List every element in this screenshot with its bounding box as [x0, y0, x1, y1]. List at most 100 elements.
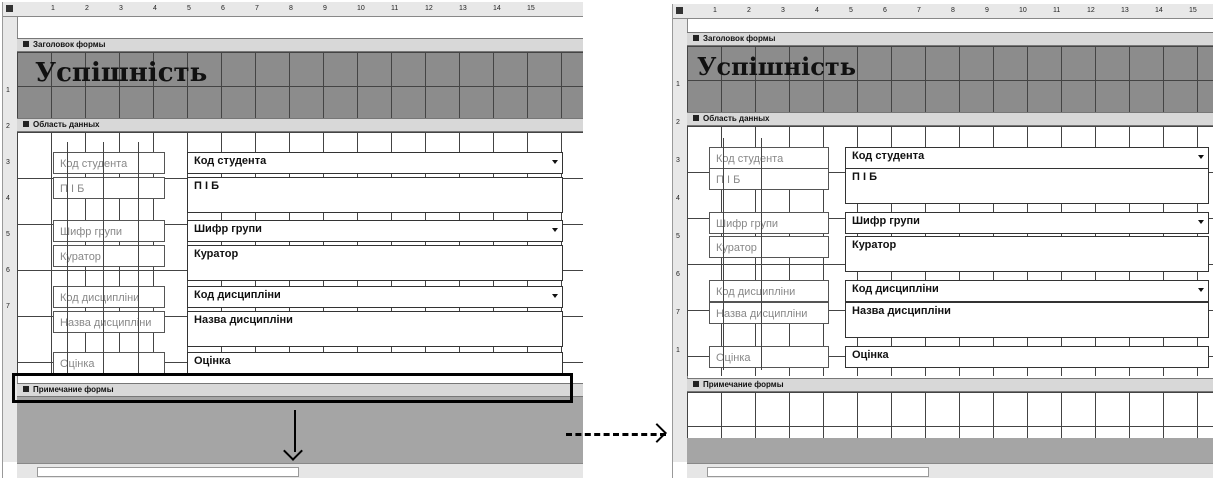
label-discipline-name[interactable]: Назва дисципліни — [709, 302, 829, 324]
ruler-number: 2 — [676, 119, 680, 126]
grid-mark — [723, 138, 724, 370]
ruler-number: 4 — [153, 5, 157, 12]
arrow-right-head-icon — [647, 423, 667, 443]
dropdown-arrow-icon[interactable] — [1198, 288, 1204, 292]
field-group-code-text: Шифр групи — [194, 223, 262, 235]
horizontal-scrollbar[interactable] — [17, 463, 583, 478]
ruler-number: 5 — [187, 5, 191, 12]
field-curator[interactable]: Куратор — [187, 245, 563, 281]
dropdown-arrow-icon[interactable] — [1198, 155, 1204, 159]
ruler-number: 10 — [357, 5, 365, 12]
label-student-code[interactable]: Код студента — [709, 147, 829, 169]
ruler-corner-icon[interactable] — [6, 5, 13, 12]
header-band-label: Заголовок формы — [33, 40, 106, 49]
ruler-corner-icon[interactable] — [676, 7, 683, 14]
vertical-ruler: 1 2 3 4 5 6 7 1 — [673, 19, 688, 462]
detail-band-label: Область данных — [703, 114, 770, 123]
label-discipline-name[interactable]: Назва дисципліни — [53, 311, 165, 333]
ruler-number: 9 — [323, 5, 327, 12]
dropdown-arrow-icon[interactable] — [552, 228, 558, 232]
grid-mark — [67, 142, 68, 374]
field-discipline-name[interactable]: Назва дисципліни — [845, 302, 1209, 338]
label-group-code[interactable]: Шифр групи — [53, 220, 165, 242]
ruler-number: 13 — [1121, 7, 1129, 14]
ruler-number: 2 — [6, 123, 10, 130]
field-student-code[interactable]: Код студента — [187, 152, 563, 174]
field-group-code-text: Шифр групи — [852, 215, 920, 227]
horizontal-ruler: 1 2 3 4 5 6 7 8 9 10 11 12 13 14 15 — [3, 2, 583, 17]
ruler-number: 6 — [676, 271, 680, 278]
scroll-thumb[interactable] — [707, 467, 929, 477]
label-group-code[interactable]: Шифр групи — [709, 212, 829, 234]
form-title[interactable]: Успішність — [35, 58, 207, 88]
field-pib[interactable]: П І Б — [187, 177, 563, 213]
ruler-number: 12 — [1087, 7, 1095, 14]
field-student-code[interactable]: Код студента — [845, 147, 1209, 169]
band-selector-icon[interactable] — [693, 35, 699, 41]
field-grade[interactable]: Оцінка — [845, 346, 1209, 368]
label-curator[interactable]: Куратор — [53, 245, 165, 267]
horizontal-ruler: 1 2 3 4 5 6 7 8 9 10 11 12 13 14 15 — [673, 4, 1213, 19]
footer-band[interactable]: Примечание формы — [687, 378, 1213, 392]
field-group-code[interactable]: Шифр групи — [187, 220, 563, 242]
field-discipline-code-text: Код дисципліни — [852, 283, 939, 295]
label-discipline-code[interactable]: Код дисципліни — [53, 286, 165, 308]
form-title[interactable]: Успішність — [697, 52, 856, 81]
ruler-number: 6 — [221, 5, 225, 12]
band-selector-icon[interactable] — [693, 115, 699, 121]
form-designer-before: 1 2 3 4 5 6 7 8 9 10 11 12 13 14 15 1234567 Заголовок … — [2, 2, 583, 478]
ruler-number: 4 — [676, 195, 680, 202]
ruler-number: 2 — [85, 5, 89, 12]
label-grade[interactable]: Оцінка — [53, 352, 165, 374]
grid-mark — [138, 142, 139, 374]
ruler-number: 1 — [713, 7, 717, 14]
band-selector-icon[interactable] — [23, 121, 29, 127]
dropdown-arrow-icon[interactable] — [1198, 220, 1204, 224]
footer-band-label: Примечание формы — [703, 380, 784, 389]
field-discipline-code[interactable]: Код дисципліни — [187, 286, 563, 308]
horizontal-scrollbar[interactable] — [687, 463, 1213, 478]
scroll-thumb[interactable] — [37, 467, 299, 477]
ruler-number: 10 — [1019, 7, 1027, 14]
detail-band[interactable]: Область данных — [687, 112, 1213, 126]
field-grade[interactable]: Оцінка — [187, 352, 563, 374]
ruler-number: 1 — [6, 87, 10, 94]
field-discipline-code[interactable]: Код дисципліни — [845, 280, 1209, 302]
field-curator[interactable]: Куратор — [845, 236, 1209, 272]
header-band[interactable]: Заголовок формы — [17, 38, 583, 52]
ruler-number: 5 — [849, 7, 853, 14]
label-discipline-code[interactable]: Код дисципліни — [709, 280, 829, 302]
ruler-number: 14 — [1155, 7, 1163, 14]
ruler-number: 5 — [6, 231, 10, 238]
footer-area[interactable] — [687, 392, 1213, 438]
header-band[interactable]: Заголовок формы — [687, 32, 1213, 46]
label-grade[interactable]: Оцінка — [709, 346, 829, 368]
detail-band[interactable]: Область данных — [17, 118, 583, 132]
ruler-number: 3 — [6, 159, 10, 166]
label-pib[interactable]: П І Б — [53, 177, 165, 199]
empty-design-area[interactable] — [687, 438, 1213, 464]
ruler-number: 14 — [493, 5, 501, 12]
grid-mark — [103, 142, 104, 374]
field-discipline-name[interactable]: Назва дисципліни — [187, 311, 563, 347]
field-group-code[interactable]: Шифр групи — [845, 212, 1209, 234]
label-pib[interactable]: П І Б — [709, 168, 829, 190]
ruler-number: 8 — [951, 7, 955, 14]
ruler-number: 1 — [676, 347, 680, 354]
field-pib[interactable]: П І Б — [845, 168, 1209, 204]
band-selector-icon[interactable] — [23, 41, 29, 47]
ruler-number: 15 — [527, 5, 535, 12]
ruler-number: 3 — [781, 7, 785, 14]
ruler-number: 5 — [676, 233, 680, 240]
ruler-number: 7 — [917, 7, 921, 14]
ruler-number: 6 — [6, 267, 10, 274]
ruler-number: 4 — [6, 195, 10, 202]
label-student-code[interactable]: Код студента — [53, 152, 165, 174]
dropdown-arrow-icon[interactable] — [552, 294, 558, 298]
dropdown-arrow-icon[interactable] — [552, 160, 558, 164]
ruler-number: 2 — [747, 7, 751, 14]
ruler-number: 7 — [255, 5, 259, 12]
field-discipline-code-text: Код дисципліни — [194, 289, 281, 301]
band-selector-icon[interactable] — [693, 381, 699, 387]
label-curator[interactable]: Куратор — [709, 236, 829, 258]
